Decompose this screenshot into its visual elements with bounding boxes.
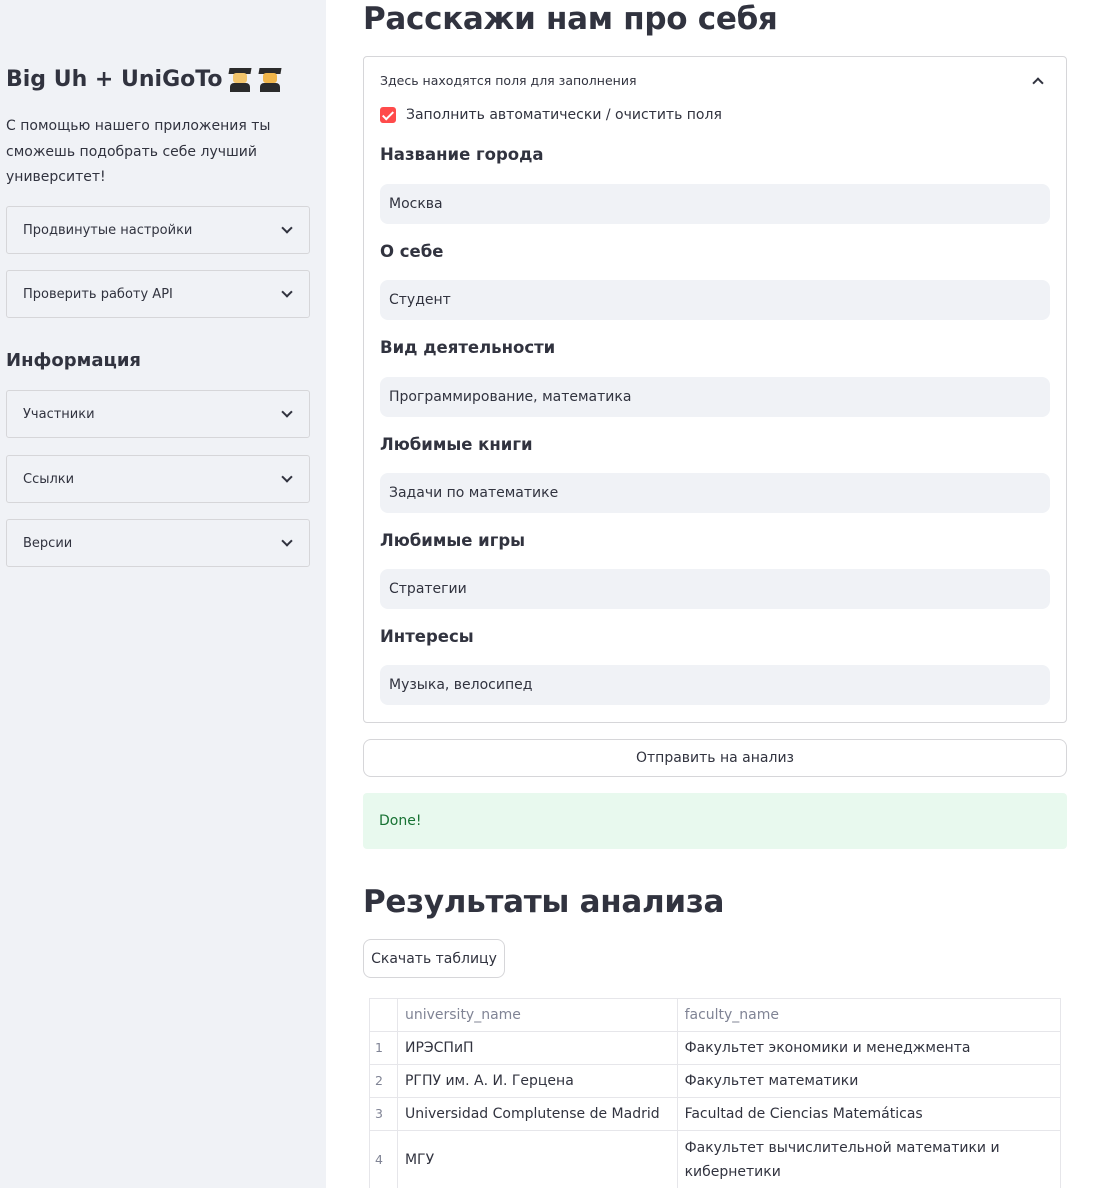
table-cell[interactable]: Факультет математики bbox=[678, 1065, 1061, 1097]
form-expander-label[interactable]: Здесь находятся поля для заполнения bbox=[380, 73, 636, 88]
chevron-up-icon[interactable] bbox=[1032, 77, 1044, 89]
table-cell[interactable]: ИРЭСПиП bbox=[398, 1032, 678, 1064]
table-cell[interactable]: РГПУ им. А. И. Герцена bbox=[398, 1065, 678, 1097]
app-description: С помощью нашего приложения ты сможешь п… bbox=[6, 118, 271, 185]
table-row: 2 РГПУ им. А. И. Герцена Факультет матем… bbox=[370, 1065, 1061, 1098]
page-title: Расскажи нам про себя bbox=[363, 1, 778, 37]
games-label: Любимые игры bbox=[380, 531, 526, 550]
about-label: О себе bbox=[380, 242, 444, 261]
activity-label: Вид деятельности bbox=[380, 338, 556, 357]
success-alert: Done! bbox=[363, 793, 1067, 849]
table-cell[interactable]: Факультет экономики и менеджмента bbox=[678, 1032, 1061, 1064]
row-index: 3 bbox=[370, 1098, 398, 1130]
books-label: Любимые книги bbox=[380, 435, 533, 454]
activity-input[interactable]: Программирование, математика bbox=[380, 377, 1050, 417]
chevron-down-icon bbox=[281, 406, 293, 418]
submit-analysis-button[interactable]: Отправить на анализ bbox=[363, 739, 1067, 777]
interests-label: Интересы bbox=[380, 627, 474, 646]
table-header-row: university_name faculty_name bbox=[370, 999, 1061, 1032]
download-table-button[interactable]: Скачать таблицу bbox=[363, 939, 505, 978]
table-cell[interactable]: Факультет вычислительной математики и ки… bbox=[678, 1131, 1061, 1188]
expander-label: Версии bbox=[23, 535, 73, 551]
autofill-checkbox-label: Заполнить автоматически / очистить поля bbox=[406, 107, 722, 123]
expander-links[interactable]: Ссылки bbox=[6, 455, 310, 503]
table-cell[interactable]: Universidad Complutense de Madrid bbox=[398, 1098, 678, 1130]
expander-label: Проверить работу API bbox=[23, 286, 173, 302]
man-student-icon bbox=[258, 66, 282, 92]
expander-label: Участники bbox=[23, 406, 95, 422]
row-index: 2 bbox=[370, 1065, 398, 1097]
results-title: Результаты анализа bbox=[363, 884, 725, 920]
table-cell[interactable]: Facultad de Ciencias Matemáticas bbox=[678, 1098, 1061, 1130]
info-heading: Информация bbox=[6, 350, 141, 371]
app-title: Big Uh + UniGoTo bbox=[6, 66, 223, 92]
chevron-down-icon bbox=[281, 222, 293, 234]
interests-input[interactable]: Музыка, велосипед bbox=[380, 665, 1050, 705]
table-row: 1 ИРЭСПиП Факультет экономики и менеджме… bbox=[370, 1032, 1061, 1065]
table-cell[interactable]: МГУ bbox=[398, 1131, 678, 1188]
expander-participants[interactable]: Участники bbox=[6, 390, 310, 438]
sidebar-title: Big Uh + UniGoTo bbox=[6, 66, 282, 92]
table-header-faculty[interactable]: faculty_name bbox=[678, 999, 1061, 1031]
table-header-university[interactable]: university_name bbox=[398, 999, 678, 1031]
chevron-down-icon bbox=[281, 535, 293, 547]
city-input[interactable]: Москва bbox=[380, 184, 1050, 224]
results-table[interactable]: university_name faculty_name 1 ИРЭСПиП Ф… bbox=[369, 998, 1061, 1188]
row-index: 1 bbox=[370, 1032, 398, 1064]
chevron-down-icon bbox=[281, 286, 293, 298]
expander-advanced-settings[interactable]: Продвинутые настройки bbox=[6, 206, 310, 254]
games-input[interactable]: Стратегии bbox=[380, 569, 1050, 609]
sidebar: Big Uh + UniGoTo С помощью нашего прилож… bbox=[0, 0, 326, 1188]
row-index: 4 bbox=[370, 1131, 398, 1188]
table-row: 4 МГУ Факультет вычислительной математик… bbox=[370, 1131, 1061, 1188]
books-input[interactable]: Задачи по математике bbox=[380, 473, 1050, 513]
form-expander: Здесь находятся поля для заполнения Запо… bbox=[363, 56, 1067, 723]
city-label: Название города bbox=[380, 145, 544, 164]
about-input[interactable]: Студент bbox=[380, 280, 1050, 320]
checkbox-checked-icon[interactable] bbox=[380, 107, 396, 123]
table-header-index bbox=[370, 999, 398, 1031]
expander-check-api[interactable]: Проверить работу API bbox=[6, 270, 310, 318]
expander-label: Ссылки bbox=[23, 471, 75, 487]
autofill-checkbox[interactable]: Заполнить автоматически / очистить поля bbox=[380, 107, 722, 123]
man-student-icon bbox=[228, 66, 252, 92]
chevron-down-icon bbox=[281, 471, 293, 483]
expander-versions[interactable]: Версии bbox=[6, 519, 310, 567]
table-row: 3 Universidad Complutense de Madrid Facu… bbox=[370, 1098, 1061, 1131]
expander-label: Продвинутые настройки bbox=[23, 222, 193, 238]
